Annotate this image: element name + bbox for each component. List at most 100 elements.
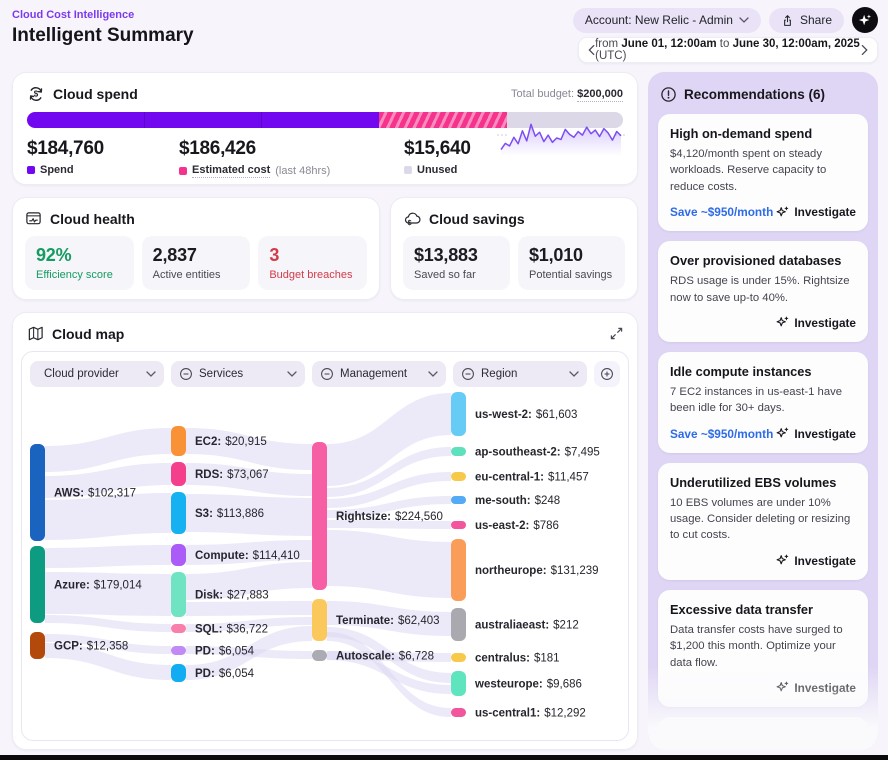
- page-title: Intelligent Summary: [12, 25, 194, 47]
- spend-segment: [27, 112, 379, 128]
- filter-label: Cloud provider: [44, 368, 146, 380]
- filter-dropdown-services[interactable]: Services: [171, 361, 305, 387]
- filter-dropdown-cloud-provider[interactable]: Cloud provider: [30, 361, 164, 387]
- savings-estimate-link[interactable]: Save ~$950/month: [670, 427, 773, 441]
- savings-estimate-link[interactable]: Save ~$950/month: [670, 205, 773, 219]
- sankey-node-label: PD:$6,054: [195, 668, 255, 680]
- sankey-node-label: RDS:$73,067: [195, 469, 269, 481]
- sankey-node-eucentral1[interactable]: [451, 472, 466, 481]
- minus-circle-icon[interactable]: [179, 367, 193, 381]
- sankey-node-label: ap-southeast-2:$7,495: [475, 447, 600, 459]
- unused-swatch: [404, 166, 412, 174]
- sankey-node-disk[interactable]: [171, 572, 186, 617]
- sankey-node-label: PD:$6,054: [195, 646, 255, 658]
- breadcrumb[interactable]: Cloud Cost Intelligence: [12, 9, 134, 21]
- total-budget-value: $200,000: [577, 88, 623, 102]
- sankey-node-compute[interactable]: [171, 544, 186, 566]
- sankey-node-aws[interactable]: [30, 444, 45, 541]
- sankey-node-mesouth[interactable]: [451, 496, 466, 504]
- cloud-savings-title: Cloud savings: [429, 211, 525, 227]
- recommendation-card: High on-demand spend$4,120/month spent o…: [658, 114, 868, 231]
- recommendation-title: Underutilized EBS volumes: [670, 475, 856, 490]
- sankey-node-azure[interactable]: [30, 546, 45, 623]
- sankey-node-apse2[interactable]: [451, 447, 466, 456]
- cloud-map-card: Cloud map Cloud provider Services Manageme…: [12, 312, 638, 750]
- investigate-button[interactable]: Investigate: [776, 427, 856, 441]
- investigate-button[interactable]: Investigate: [776, 205, 856, 219]
- expand-icon[interactable]: [610, 327, 623, 340]
- header-actions: Account: New Relic - Admin Share: [573, 7, 878, 33]
- ai-assistant-button[interactable]: [852, 7, 878, 33]
- recommendations-panel: Recommendations (6) High on-demand spend…: [648, 72, 878, 750]
- sankey-node-ec2[interactable]: [171, 426, 186, 456]
- investigate-label: Investigate: [794, 681, 856, 695]
- sankey-node-s3[interactable]: [171, 492, 186, 534]
- cloud-savings-icon: $: [403, 210, 421, 227]
- sankey-node-label: Autoscale:$6,728: [336, 651, 434, 663]
- sankey-node-autoscale[interactable]: [312, 650, 327, 661]
- date-range-picker[interactable]: from June 01, 12:00am to June 30, 12:00a…: [578, 37, 878, 63]
- date-range-text: from June 01, 12:00am to June 30, 12:00a…: [595, 38, 861, 62]
- share-button[interactable]: Share: [769, 8, 844, 33]
- filter-dropdown-region[interactable]: Region: [453, 361, 587, 387]
- alert-circle-icon: [660, 86, 677, 103]
- investigate-button[interactable]: Investigate: [776, 554, 856, 568]
- sankey-node-sql[interactable]: [171, 624, 186, 633]
- sankey-node-label: Disk:$27,883: [195, 590, 269, 602]
- account-selector[interactable]: Account: New Relic - Admin: [573, 8, 761, 33]
- efficiency-score-stat: 92%Efficiency score: [25, 236, 134, 290]
- sankey-link-azure-compute: [45, 545, 171, 568]
- sankey-node-pd2[interactable]: [171, 664, 186, 682]
- sankey-node-westeurope[interactable]: [451, 671, 466, 696]
- estimated-swatch: [179, 167, 187, 175]
- minus-circle-icon[interactable]: [461, 367, 475, 381]
- minus-circle-icon[interactable]: [320, 367, 334, 381]
- recommendation-card: Unmonitored Lambda functions5 Lambda fun…: [658, 717, 868, 750]
- sankey-link-azure-sql: [45, 615, 171, 632]
- sparkle-icon: [776, 316, 789, 329]
- sankey-node-terminate[interactable]: [312, 599, 327, 641]
- sparkle-icon: [776, 206, 789, 219]
- add-filter-button[interactable]: [594, 361, 620, 387]
- investigate-label: Investigate: [794, 554, 856, 568]
- cloud-health-title: Cloud health: [50, 211, 135, 227]
- cloud-spend-icon: $: [27, 85, 45, 103]
- svg-text:$: $: [408, 219, 412, 227]
- cloud-map-title: Cloud map: [52, 326, 124, 342]
- investigate-label: Investigate: [794, 316, 856, 330]
- chevron-left-icon[interactable]: [588, 44, 595, 56]
- sankey-node-gcp[interactable]: [30, 632, 45, 659]
- sankey-link-rightsize-northeurope: [327, 530, 451, 598]
- screen-edge: [0, 755, 888, 760]
- sankey-node-useast2[interactable]: [451, 521, 466, 529]
- sankey-node-uscentral1[interactable]: [451, 708, 466, 717]
- filter-dropdown-management[interactable]: Management: [312, 361, 446, 387]
- recommendation-list: High on-demand spend$4,120/month spent o…: [658, 114, 868, 750]
- sparkle-icon: [776, 554, 789, 567]
- saved-so-far-stat: $13,883Saved so far: [403, 236, 510, 290]
- budget-breaches-stat: 3Budget breaches: [258, 236, 367, 290]
- investigate-button[interactable]: Investigate: [776, 316, 856, 330]
- investigate-button[interactable]: Investigate: [776, 681, 856, 695]
- sparkle-icon: [776, 681, 789, 694]
- sankey-node-uswest2[interactable]: [451, 392, 466, 436]
- chevron-down-icon: [739, 17, 749, 23]
- recommendation-title: Unmonitored Lambda functions: [670, 729, 856, 750]
- recommendation-body: RDS usage is under 15%. Rightsize now to…: [670, 273, 856, 306]
- sankey-node-label: us-west-2:$61,603: [475, 409, 577, 421]
- recommendation-card: Excessive data transferData transfer cos…: [658, 590, 868, 707]
- chevron-right-icon[interactable]: [861, 44, 868, 56]
- spend-swatch: [27, 166, 35, 174]
- sankey-node-rightsize[interactable]: [312, 442, 327, 590]
- sankey-node-label: me-south:$248: [475, 495, 560, 507]
- sankey-node-pd1[interactable]: [171, 646, 186, 655]
- sankey-chart: AWS:$102,317Azure:$179,014GCP:$12,358EC2…: [24, 386, 628, 738]
- share-label: Share: [800, 13, 832, 27]
- filter-label: Services: [199, 368, 287, 380]
- bar-divider: [261, 112, 262, 128]
- sankey-node-centralus[interactable]: [451, 653, 466, 662]
- chevron-down-icon: [287, 371, 297, 377]
- sankey-node-rds[interactable]: [171, 462, 186, 486]
- sankey-node-australiaeast[interactable]: [451, 608, 466, 641]
- sankey-node-northeurope[interactable]: [451, 539, 466, 601]
